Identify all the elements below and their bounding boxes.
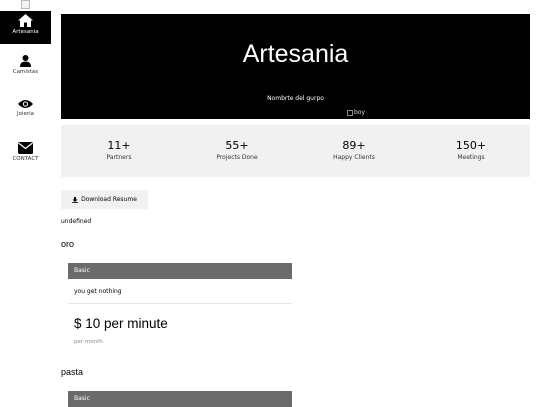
sidebar-item-label: CONTACT [12,156,39,162]
page-title: Artesania [242,40,349,68]
download-icon [72,196,79,203]
undefined-text: undefined [61,218,92,225]
stat-label: Happy Clients [333,154,375,161]
package-description: you get nothing [74,288,122,295]
stat-meetings: 150+ Meetings [426,139,516,161]
sidebar-item-contact[interactable]: CONTACT [0,142,51,172]
hero-image: boy [347,109,365,116]
stat-label: Partners [106,154,132,161]
stats-bar: 11+ Partners 55+ Projects Done 89+ Happy… [61,125,530,177]
broken-image-icon [21,0,30,9]
broken-image-icon [347,109,353,116]
package-period: per month [74,339,103,345]
home-icon [18,14,33,27]
envelope-icon [18,142,33,154]
sidebar-item-label: Camistas [12,69,39,75]
stat-clients: 89+ Happy Clients [309,139,399,161]
package-price: $ 10 per minute [74,316,168,331]
download-resume-button[interactable]: Download Resume [61,190,148,209]
stat-value: 150+ [455,139,487,152]
stat-label: Meetings [457,154,485,161]
user-icon [20,55,31,67]
divider [68,303,292,304]
sidebar-item-label: Artesania [12,29,39,35]
sidebar-item-camistas[interactable]: Camistas [0,55,51,85]
stat-value: 89+ [342,139,366,152]
hero-image-alt: boy [354,109,366,116]
hero-banner: Artesania Nombrte del gurpo boy [61,14,530,119]
stat-value: 11+ [107,139,131,152]
package-title: oro [61,239,75,249]
sidebar-item-label: Joieria [16,111,35,117]
stat-projects: 55+ Projects Done [192,139,282,161]
stat-label: Projects Done [216,154,258,161]
stat-value: 55+ [225,139,249,152]
hero-subtitle: Nombrte del gurpo [267,95,324,102]
sidebar: Artesania Camistas Joieria CONTACT [0,0,51,405]
stat-partners: 11+ Partners [74,139,164,161]
package-title: pasta [61,367,84,377]
eye-icon [18,100,33,108]
sidebar-item-artesania[interactable]: Artesania [0,11,51,44]
package-tier-header: Basic [68,263,292,279]
download-resume-label: Download Resume [81,196,137,203]
sidebar-item-joieria[interactable]: Joieria [0,99,51,129]
